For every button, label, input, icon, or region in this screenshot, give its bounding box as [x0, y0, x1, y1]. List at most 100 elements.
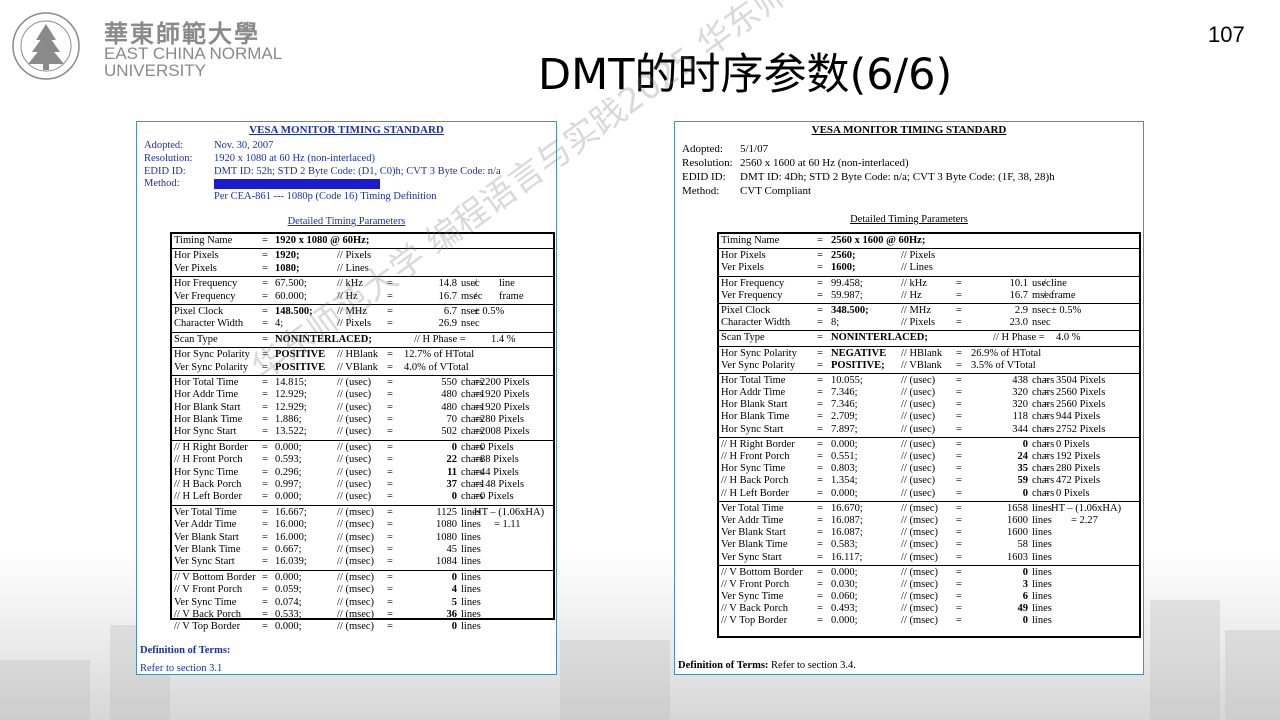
parameter-cell: 36 [446, 608, 458, 620]
parameter-cell: = [387, 290, 393, 302]
parameter-group: Ver Total Time = 16.670; // (msec) = 1658 line… [719, 502, 1139, 566]
parameter-cell: Character Width [174, 318, 244, 330]
parameter-cell: nsec [461, 318, 480, 330]
parameter-group: Hor Sync Polarity = NEGATIVE // HBlank = 26.9… [719, 347, 1139, 374]
parameter-cell: // H Front Porch [721, 451, 790, 462]
parameter-cell: // H Right Border [174, 441, 248, 453]
parameter-cell: lines [461, 571, 481, 583]
parameter-cell: // Lines [901, 262, 933, 274]
meta-value [214, 178, 380, 191]
parameter-cell: = [956, 487, 962, 499]
parameter-cell: 0 [451, 621, 457, 633]
parameter-cell: // H Phase = [414, 333, 466, 345]
parameter-cell: 49 [1017, 603, 1029, 615]
parameter-cell: = [387, 506, 393, 518]
parameter-cell: = [956, 387, 962, 399]
parameter-cell: 0 [1022, 566, 1028, 578]
parameter-cell: = [387, 621, 393, 633]
parameter-cell: = [956, 411, 962, 423]
parameter-cell: 10.1 [1009, 277, 1028, 289]
parameter-cell: = [387, 571, 393, 583]
parameter-cell: = [387, 454, 393, 466]
meta-key: EDID ID: [144, 165, 186, 177]
parameter-cell: 2752 Pixels [1056, 423, 1106, 435]
parameter-cell: = [387, 389, 393, 401]
parameter-group: Scan Type = NONINTERLACED; // H Phase = 4.0 … [719, 331, 1139, 347]
parameter-cell: 280 Pixels [480, 414, 525, 426]
timing-standard-1600p: VESA MONITOR TIMING STANDARD Adopted: 5/1… [674, 121, 1144, 675]
parameter-cell: = [817, 423, 823, 435]
parameter-cell: lines [461, 608, 481, 620]
parameter-cell: 0.493; [831, 603, 858, 615]
parameter-cell: = [1043, 475, 1049, 487]
parameter-cell: // (usec) [337, 389, 372, 401]
parameter-cell: 2.9 [1014, 304, 1028, 316]
parameter-cell: Hor Total Time [174, 376, 239, 388]
parameter-cell: = [387, 305, 393, 317]
parameter-cell: 0.296; [275, 466, 302, 478]
parameter-cell: = [262, 333, 268, 345]
parameter-cell: = [956, 347, 962, 359]
parameter-cell: 1920 Pixels [480, 389, 530, 401]
parameter-row: Pixel Clock = 148.500;// MHz = 6.7 nsec ± 0.5% [174, 306, 553, 318]
parameter-cell: 1080 [436, 519, 457, 531]
parameter-cell: = [387, 318, 393, 330]
parameter-cell: 0.000; [275, 441, 302, 453]
parameter-cell: POSITIVE; [831, 359, 885, 371]
parameter-cell: // (usec) [901, 463, 936, 475]
parameter-cell: // (msec) [337, 621, 375, 633]
parameter-cell: = [817, 289, 823, 301]
parameter-cell: lines [1032, 615, 1052, 627]
parameter-cell: = [817, 502, 823, 514]
parameter-cell: 118 [1012, 411, 1028, 423]
parameter-row: Hor Sync Time = 0.803;// (usec) = 35 chars = 28… [721, 463, 1139, 475]
parameter-cell: // Hz [337, 290, 358, 302]
parameter-cell: 0.000; [275, 621, 302, 633]
parameter-cell: 0.551; [831, 451, 858, 462]
parameter-cell: lines [461, 543, 481, 555]
parameter-cell: Ver Frequency [721, 289, 783, 301]
definition-reference: Refer to section 3.4. [771, 660, 856, 671]
parameter-cell: 1920 x 1080 @ 60Hz; [275, 235, 370, 246]
parameter-cell: POSITIVE [275, 349, 326, 361]
parameter-cell: = [817, 566, 823, 578]
standard-title: VESA MONITOR TIMING STANDARD [249, 124, 444, 136]
parameter-cell: 4.0 % [1056, 332, 1081, 344]
parameter-cell: Hor Blank Time [721, 411, 790, 423]
parameter-cell: Ver Blank Time [174, 543, 241, 555]
parameter-cell: lines [461, 621, 481, 633]
parameter-cell: 60.000; [275, 290, 307, 302]
parameter-cell: // (msec) [337, 584, 375, 596]
parameter-cell: // (usec) [901, 475, 936, 487]
parameter-group: Hor Pixels = 2560; // Pixels Ver Pixels = 1600… [719, 249, 1139, 277]
parameter-cell: = [956, 399, 962, 411]
parameter-cell: // (msec) [337, 596, 375, 608]
parameter-cell: // Pixels [337, 318, 372, 330]
parameter-cell: 16.039; [275, 556, 307, 568]
parameter-cell: = [817, 374, 823, 386]
meta-key: Method: [682, 185, 720, 197]
parameter-cell: // (usec) [901, 374, 936, 386]
parameter-cell: 0.583; [831, 539, 858, 551]
parameter-cell: = [387, 361, 393, 373]
parameter-cell: = [956, 578, 962, 590]
parameter-row: // V Front Porch = 0.030; // (msec) = 3 lines [721, 579, 1139, 591]
parameter-cell: 99.458; [831, 277, 863, 289]
parameter-cell: Hor Sync Polarity [721, 347, 797, 359]
parameter-cell: = [817, 527, 823, 539]
parameter-cell: = [817, 304, 823, 316]
parameter-cell: = [956, 304, 962, 316]
parameter-cell: 16.000; [275, 519, 307, 531]
parameter-cell: Scan Type [721, 332, 765, 344]
parameter-row: Timing Name = 2560 x 1600 @ 60Hz; [721, 235, 1139, 247]
parameter-cell: // H Left Border [721, 487, 789, 499]
parameter-cell: // (msec) [901, 527, 939, 539]
parameter-row: // V Back Porch = 0.493; // (msec) = 49 lines [721, 603, 1139, 615]
parameter-cell: 6.7 [443, 305, 457, 317]
logo-english-line2: UNIVERSITY [104, 61, 207, 80]
parameter-group: Timing Name = 1920 x 1080 @ 60Hz; [172, 234, 553, 250]
parameter-cell: 11 [447, 466, 457, 478]
parameter-row: // H Front Porch = 0.593;// (usec) = 22 chars… [174, 454, 553, 466]
parameter-row: Ver Sync Polarity = POSITIVE; // VBlank = 3.5… [721, 360, 1139, 372]
meta-key: Resolution: [144, 152, 193, 164]
